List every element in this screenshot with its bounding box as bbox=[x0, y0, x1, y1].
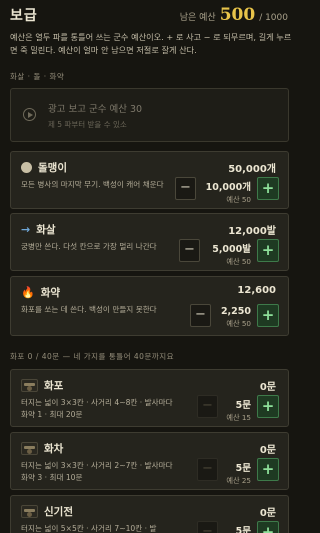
ad-reward-card[interactable]: 광고 보고 군수 예산 30 제 5 파부터 받을 수 있소 bbox=[10, 88, 289, 142]
supply-item-arrow: → 화살 12,000발 궁병만 쓴다. 다섯 칸으로 가장 멀리 나간다 − … bbox=[10, 213, 289, 271]
increase-button[interactable]: + bbox=[257, 395, 279, 418]
singijeon-icon bbox=[21, 505, 38, 518]
quantity-value: 2,250 bbox=[220, 306, 251, 317]
decrease-button[interactable]: − bbox=[175, 177, 196, 200]
quantity-cost: 예산 15 bbox=[226, 413, 251, 422]
increase-button[interactable]: + bbox=[257, 521, 279, 533]
purchase-quantity: 2,250 예산 50 bbox=[221, 306, 251, 329]
purchase-quantity: 5,000발 예산 50 bbox=[212, 241, 251, 267]
budget-max: / 1000 bbox=[259, 13, 288, 23]
quantity-cost: 예산 50 bbox=[226, 257, 251, 266]
decrease-button[interactable]: − bbox=[190, 304, 211, 327]
ad-subtitle: 제 5 파부터 받을 수 있소 bbox=[48, 120, 127, 129]
budget-label: 남은 예산 bbox=[179, 13, 216, 23]
page-title: 보급 bbox=[10, 8, 38, 24]
fire-icon: 🔥 bbox=[21, 286, 35, 299]
artillery-item-hwapo: 화포 0문 터지는 넓이 3×3칸 · 사거리 4~8칸 · 발사마다 화약 1… bbox=[10, 369, 289, 427]
purchase-quantity: 10,000개 예산 50 bbox=[206, 179, 251, 205]
item-stock: 50,000개 bbox=[228, 164, 276, 175]
item-stock: 0문 bbox=[259, 508, 276, 519]
item-description: 터지는 넓이 5×5칸 · 사거리 7~10칸 · 발 bbox=[21, 524, 157, 533]
cannon-icon bbox=[21, 379, 38, 392]
item-name: 화차 bbox=[44, 443, 64, 455]
item-name: 화살 bbox=[36, 224, 56, 236]
section-ammo-label: 화살 · 돌 · 화약 bbox=[10, 72, 65, 81]
purchase-quantity: 5문 예산 15 bbox=[226, 397, 251, 423]
play-icon bbox=[23, 108, 36, 121]
supply-item-gunpowder: 🔥 화약 12,600 화포를 쏘는 데 쓴다. 백성이 만들지 못한다 − 2… bbox=[10, 276, 289, 336]
item-stock: 12,600 bbox=[237, 285, 276, 296]
hwacha-icon bbox=[21, 442, 38, 455]
item-description: 궁병만 쓴다. 다섯 칸으로 가장 멀리 나간다 bbox=[21, 242, 157, 251]
quantity-cost: 예산 25 bbox=[226, 476, 251, 485]
decrease-button[interactable]: − bbox=[179, 239, 200, 262]
item-name: 신기전 bbox=[44, 506, 73, 518]
quantity-value: 5문 bbox=[235, 526, 251, 533]
decrease-button[interactable]: − bbox=[197, 458, 218, 481]
increase-button[interactable]: + bbox=[257, 239, 279, 262]
increase-button[interactable]: + bbox=[257, 304, 279, 327]
quantity-cost: 예산 50 bbox=[226, 319, 251, 328]
quantity-value: 10,000개 bbox=[205, 182, 251, 193]
decrease-button[interactable]: − bbox=[197, 521, 218, 533]
item-name: 돌맹이 bbox=[38, 162, 67, 174]
supply-item-stone: 돌맹이 50,000개 모든 병사의 마지막 무기. 백성이 캐어 채운다 − … bbox=[10, 151, 289, 209]
purchase-quantity: 5문 예산 25 bbox=[226, 460, 251, 486]
increase-button[interactable]: + bbox=[257, 458, 279, 481]
item-description: 터지는 넓이 3×3칸 · 사거리 2~7칸 · 발사마다 화약 3 · 최대 … bbox=[21, 461, 173, 482]
increase-button[interactable]: + bbox=[257, 177, 279, 200]
quantity-value: 5문 bbox=[235, 463, 251, 474]
section-artillery-label: 화포 0 / 40문 — 네 가지를 통틀어 40문까지요 bbox=[10, 352, 175, 361]
header: 보급 남은 예산 500 / 1000 bbox=[0, 0, 300, 30]
budget-value: 500 bbox=[219, 5, 256, 25]
budget-display: 남은 예산 500 / 1000 bbox=[180, 5, 288, 25]
item-stock: 0문 bbox=[259, 382, 276, 393]
item-stock: 0문 bbox=[259, 445, 276, 456]
arrow-icon: → bbox=[21, 223, 31, 236]
ad-title: 광고 보고 군수 예산 30 bbox=[48, 104, 143, 115]
item-description: 모든 병사의 마지막 무기. 백성이 캐어 채운다 bbox=[21, 180, 164, 189]
quantity-value: 5,000발 bbox=[212, 244, 251, 255]
item-description: 화포를 쏘는 데 쓴다. 백성이 만들지 못한다 bbox=[21, 305, 157, 314]
item-name: 화약 bbox=[40, 287, 61, 299]
artillery-item-hwacha: 화차 0문 터지는 넓이 3×3칸 · 사거리 2~7칸 · 발사마다 화약 3… bbox=[10, 432, 289, 490]
quantity-cost: 예산 50 bbox=[226, 195, 251, 204]
supply-description: 예산은 열두 파를 통틀어 쓰는 군수 예산이오. + 로 사고 − 로 되무르… bbox=[10, 32, 292, 55]
purchase-quantity: 5문 bbox=[236, 523, 251, 533]
artillery-item-singijeon: 신기전 0문 터지는 넓이 5×5칸 · 사거리 7~10칸 · 발 − 5문 … bbox=[10, 495, 289, 533]
stone-icon bbox=[21, 162, 32, 173]
decrease-button[interactable]: − bbox=[197, 395, 218, 418]
item-stock: 12,000발 bbox=[228, 226, 276, 237]
quantity-value: 5문 bbox=[235, 400, 251, 411]
item-description: 터지는 넓이 3×3칸 · 사거리 4~8칸 · 발사마다 화약 1 · 최대 … bbox=[21, 398, 173, 419]
item-name: 화포 bbox=[44, 380, 64, 392]
